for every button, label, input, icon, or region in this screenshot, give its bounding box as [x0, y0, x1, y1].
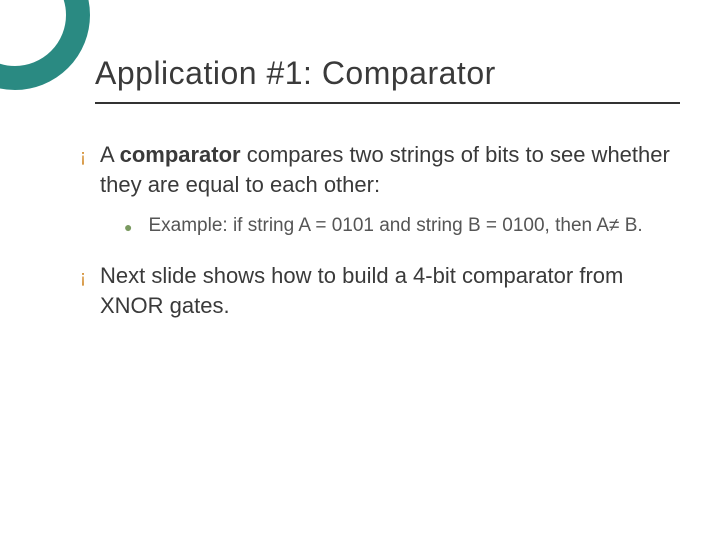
slide-title: Application #1: Comparator	[95, 55, 680, 92]
bullet-1: ¡ A comparator compares two strings of b…	[80, 140, 680, 199]
slide: Application #1: Comparator ¡ A comparato…	[0, 0, 720, 540]
hollow-circle-icon: ¡	[80, 265, 86, 320]
bullet-2: ¡ Next slide shows how to build a 4-bit …	[80, 261, 680, 320]
content-area: ¡ A comparator compares two strings of b…	[80, 140, 680, 334]
title-area: Application #1: Comparator	[95, 55, 680, 104]
bullet-2-text: Next slide shows how to build a 4-bit co…	[100, 261, 680, 320]
title-underline	[95, 102, 680, 104]
hollow-circle-icon: ¡	[80, 144, 86, 199]
bullet-1-pre: A	[100, 142, 120, 167]
bullet-1-text: A comparator compares two strings of bit…	[100, 140, 680, 199]
decorative-circle	[0, 0, 90, 90]
bullet-1-bold: comparator	[120, 142, 241, 167]
subbullet-1-text: Example: if string A = 0101 and string B…	[148, 213, 680, 239]
subbullet-1: ● Example: if string A = 0101 and string…	[124, 213, 680, 239]
solid-dot-icon: ●	[124, 218, 132, 239]
